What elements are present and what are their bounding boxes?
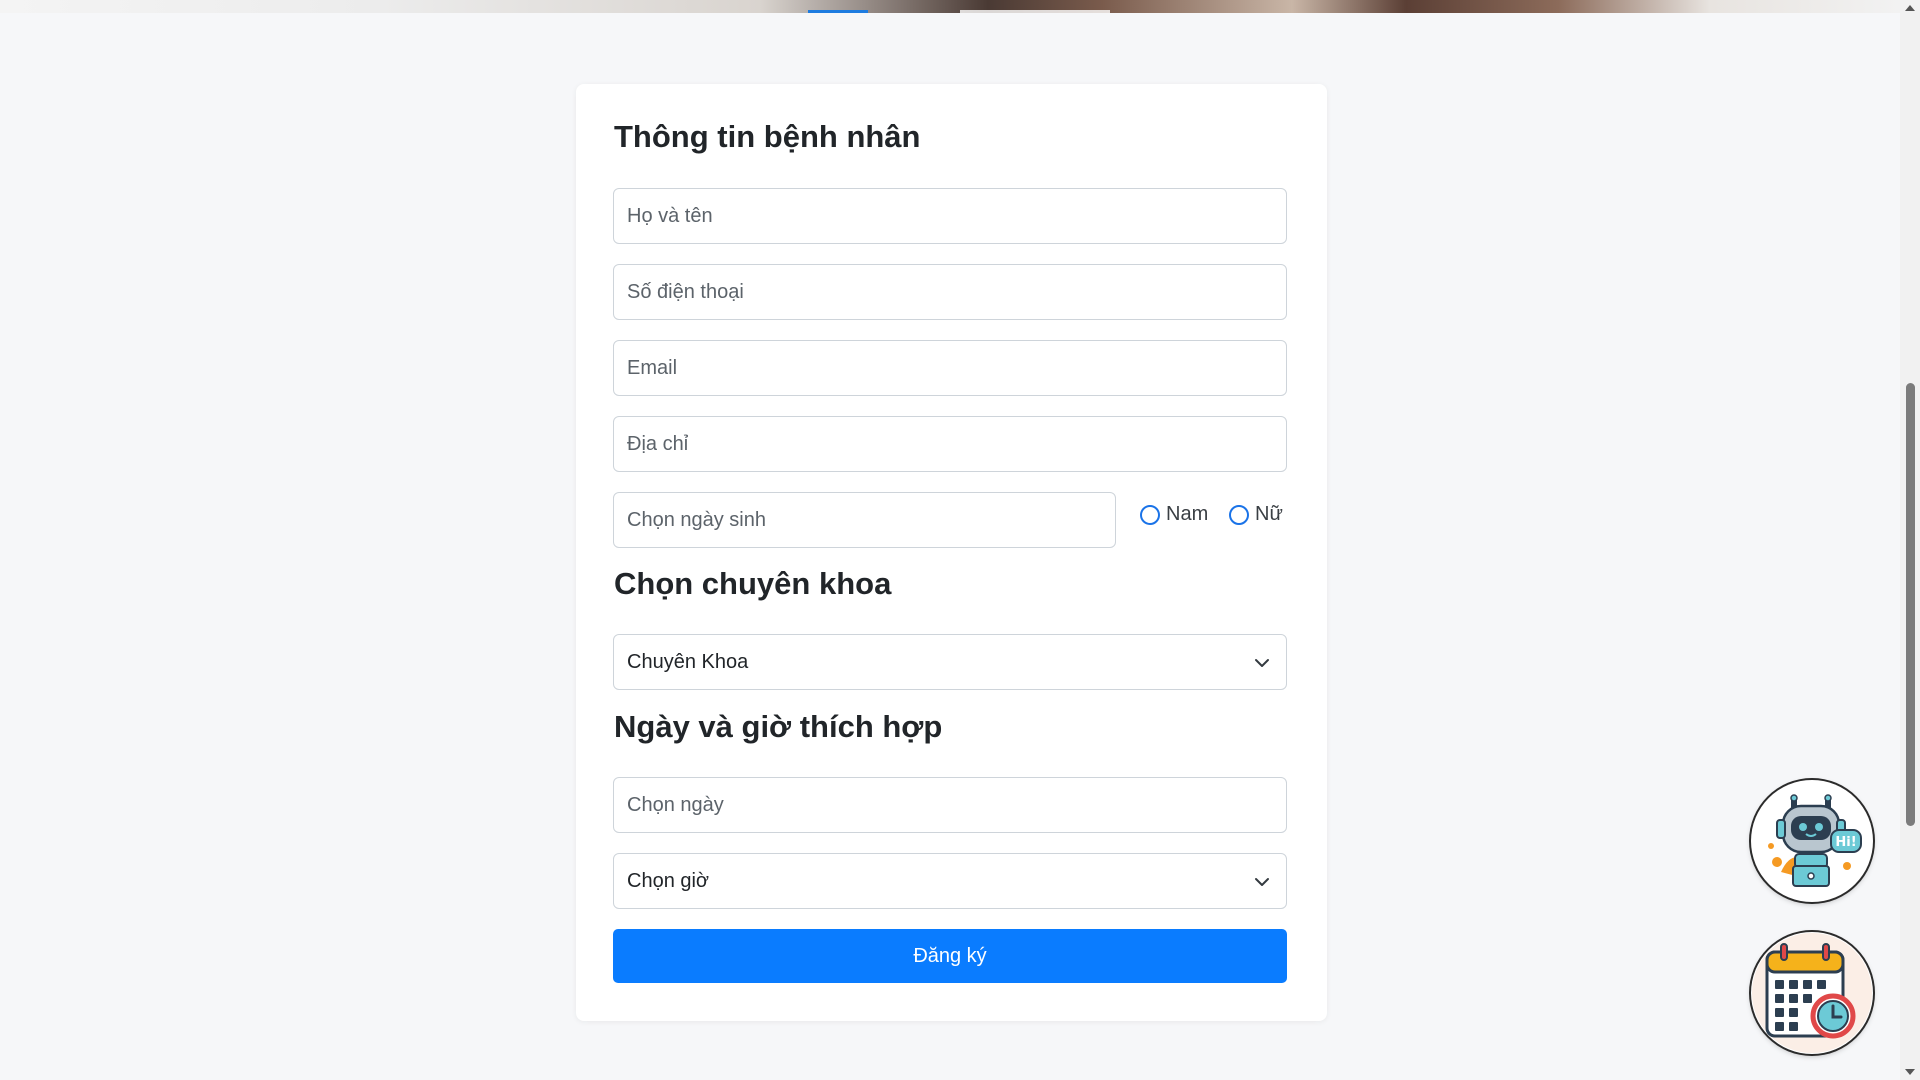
carousel-indicator[interactable] [960, 10, 1110, 13]
gender-label-male: Nam [1166, 503, 1209, 525]
gender-label-female: Nữ [1255, 503, 1283, 525]
time-select[interactable]: Chọn giờ [613, 853, 1287, 909]
hero-banner-strip [0, 0, 1900, 13]
scroll-down-arrow-icon[interactable] [1905, 1069, 1915, 1075]
chatbot-robot-icon: Hi! [1752, 781, 1872, 901]
calendar-clock-icon [1752, 933, 1872, 1053]
scrollbar-thumb[interactable] [1906, 383, 1915, 826]
gender-radio-male[interactable]: Nam [1140, 503, 1208, 526]
appointment-form: Thông tin bệnh nhân Nam Nữ Chọn chuyên k… [576, 84, 1327, 1021]
time-selected-value: Chọn giờ [627, 869, 710, 892]
page-scrollbar[interactable] [1900, 0, 1920, 1080]
specialty-selected-value: Chuyên Khoa [627, 650, 749, 673]
specialty-select[interactable]: Chuyên Khoa [613, 634, 1287, 690]
email-input[interactable] [613, 340, 1287, 396]
gender-radio-female[interactable]: Nữ [1229, 503, 1283, 526]
patient-info-title: Thông tin bệnh nhân [614, 119, 921, 154]
address-input[interactable] [613, 416, 1287, 472]
specialty-title: Chọn chuyên khoa [614, 566, 892, 601]
scroll-up-arrow-icon[interactable] [1905, 5, 1915, 11]
chatbot-badge-text: Hi! [1835, 835, 1856, 850]
phone-input[interactable] [613, 264, 1287, 320]
register-button[interactable]: Đăng ký [613, 929, 1287, 983]
carousel-indicator-active[interactable] [808, 10, 868, 13]
chatbot-button[interactable]: Hi! [1751, 780, 1873, 902]
date-input[interactable] [613, 777, 1287, 833]
chevron-down-icon [1255, 878, 1269, 886]
radio-circle-icon[interactable] [1229, 504, 1249, 525]
chevron-down-icon [1255, 659, 1269, 667]
booking-shortcut-button[interactable] [1751, 932, 1873, 1054]
schedule-title: Ngày và giờ thích hợp [614, 709, 943, 744]
birthdate-input[interactable] [613, 492, 1116, 548]
radio-circle-icon[interactable] [1140, 504, 1160, 525]
full-name-input[interactable] [613, 188, 1287, 244]
